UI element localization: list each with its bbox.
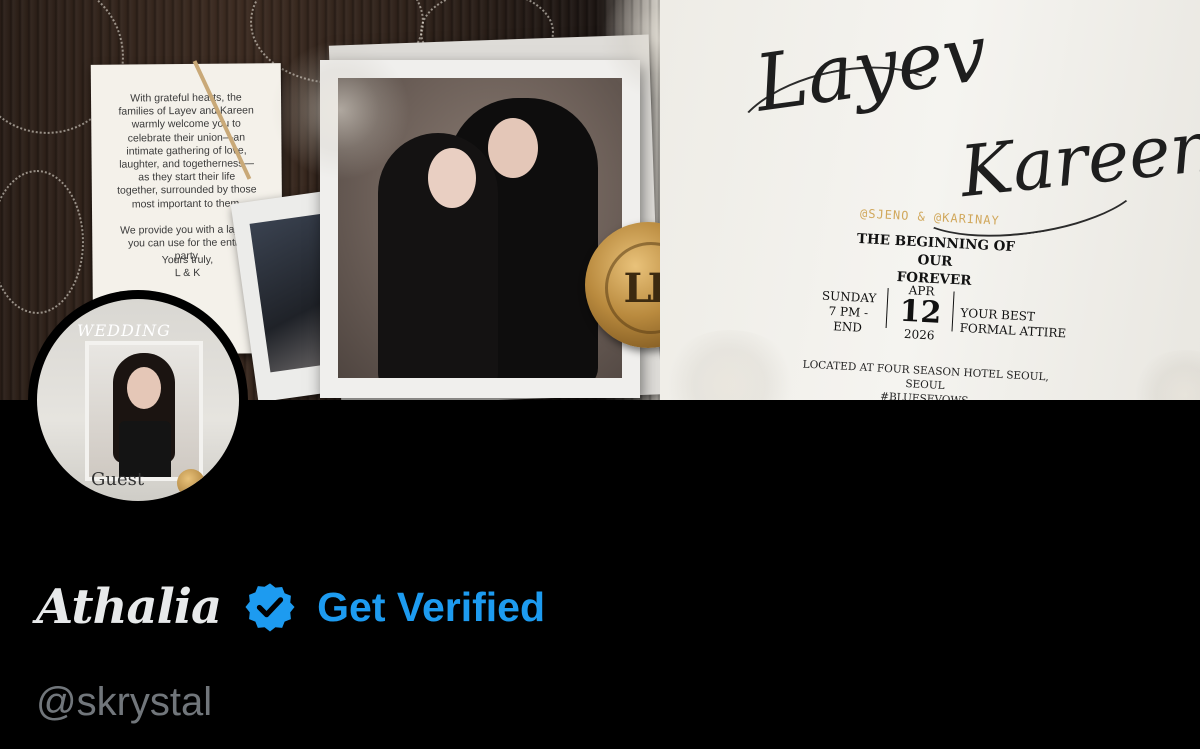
- avatar-face: [127, 367, 161, 409]
- event-date-row: SUNDAY 7 PM - END APR 12 2026 YOUR BEST …: [817, 282, 1110, 359]
- floral-decoration: [1130, 350, 1200, 400]
- avatar-photo-frame: [85, 341, 203, 481]
- groom-face: [488, 118, 538, 178]
- event-location: LOCATED AT FOUR SEASON HOTEL SEOUL, SEOU…: [802, 358, 1050, 400]
- dress-code: YOUR BEST FORMAL ATTIRE: [959, 305, 1067, 341]
- divider: [951, 291, 955, 332]
- divider: [885, 288, 889, 329]
- script-name-first: Layev: [749, 8, 993, 130]
- invite-tagline: THE BEGINNING OF OUR FOREVER: [856, 230, 1016, 289]
- get-verified-link[interactable]: Get Verified: [317, 584, 545, 631]
- avatar-card-title: WEDDING: [77, 321, 171, 340]
- bride-face: [428, 148, 476, 208]
- display-name: Athalia: [36, 579, 222, 635]
- event-day: 12: [898, 293, 943, 331]
- user-handle: @skrystal: [36, 680, 213, 724]
- invitation-card: Layev Kareen @SJENO & @KARINAY THE BEGIN…: [660, 0, 1200, 400]
- script-name-second: Kareen: [956, 104, 1200, 214]
- verified-badge-icon[interactable]: [243, 580, 297, 634]
- event-date: APR 12 2026: [893, 282, 948, 343]
- avatar-card-label: Guest: [91, 469, 145, 490]
- avatar-seal-icon: [177, 469, 205, 497]
- profile-avatar[interactable]: WEDDING Guest: [28, 290, 248, 510]
- event-day-time: SUNDAY 7 PM - END: [821, 288, 877, 335]
- dried-flowers-decoration: [270, 40, 410, 180]
- floral-decoration: [660, 330, 800, 400]
- profile-name-row: Athalia Get Verified: [36, 572, 545, 642]
- avatar-image: WEDDING Guest: [37, 299, 239, 501]
